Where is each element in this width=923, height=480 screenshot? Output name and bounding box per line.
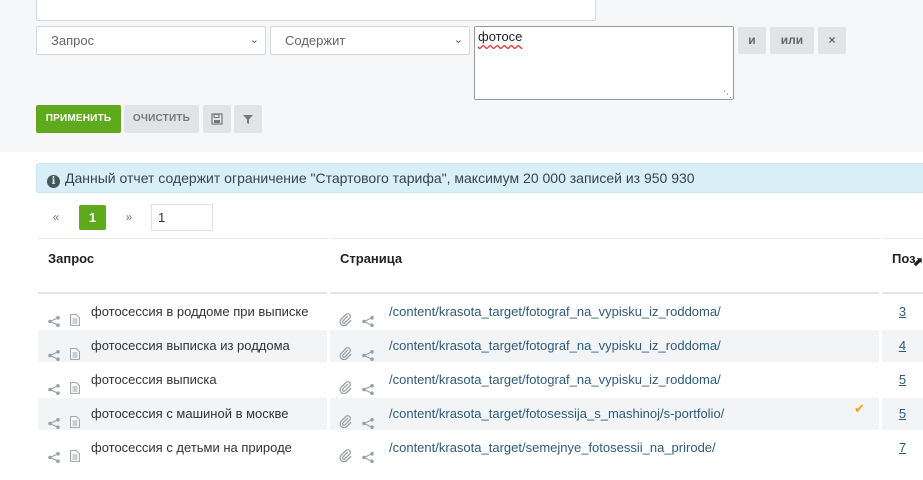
page-cell: /content/krasota_target/semejnye_fotoses… bbox=[330, 432, 879, 464]
page-url[interactable]: /content/krasota_target/semejnye_fotoses… bbox=[389, 432, 716, 464]
query-text: фотосессия выписка bbox=[91, 372, 217, 387]
operator-select-value: Содержит bbox=[285, 33, 346, 48]
page-number-input[interactable]: 1 bbox=[151, 204, 213, 231]
resize-handle-icon[interactable]: ⋱ bbox=[723, 90, 732, 99]
query-cell: фотосессия выписка bbox=[38, 364, 327, 396]
table-row: фотосессия выписка/content/krasota_targe… bbox=[38, 364, 923, 398]
page-cell: /content/krasota_target/fotograf_na_vypi… bbox=[330, 330, 879, 362]
page-cell: /content/krasota_target/fotosessija_s_ma… bbox=[330, 398, 879, 430]
filter-value-textarea[interactable]: фотосе ⋱ bbox=[474, 26, 734, 100]
saved-filters-button[interactable] bbox=[234, 105, 262, 133]
position-cell: 3 bbox=[882, 296, 923, 328]
pagination-current-page[interactable]: 1 bbox=[79, 205, 106, 230]
clear-button[interactable]: ОЧИСТИТЬ bbox=[124, 105, 199, 133]
filter-panel: Запрос ⌄ Содержит ⌄ фотосе ⋱ и или × ПРИ… bbox=[0, 0, 923, 152]
table-row: фотосессия с машиной в москве/content/kr… bbox=[38, 398, 923, 432]
info-icon: i bbox=[47, 175, 60, 188]
funnel-icon bbox=[243, 115, 253, 124]
query-text: фотосессия с детьми на природе bbox=[91, 440, 292, 455]
position-link[interactable]: 3 bbox=[899, 304, 906, 319]
field-select-value: Запрос bbox=[51, 33, 95, 48]
table-row: фотосессия в роддоме при выписке/content… bbox=[38, 296, 923, 330]
column-header-position[interactable]: Поз. ⬈ bbox=[882, 238, 923, 294]
query-cell: фотосессия с детьми на природе bbox=[38, 432, 327, 464]
and-button[interactable]: и bbox=[738, 27, 766, 54]
document-icon[interactable] bbox=[70, 442, 80, 474]
page-cell: /content/krasota_target/fotograf_na_vypi… bbox=[330, 296, 879, 328]
checkmark-icon: ✔ bbox=[854, 401, 865, 416]
column-header-page[interactable]: Страница bbox=[330, 238, 879, 294]
paperclip-icon[interactable] bbox=[339, 442, 352, 474]
position-link[interactable]: 5 bbox=[899, 372, 906, 387]
query-cell: фотосессия в роддоме при выписке bbox=[38, 296, 327, 328]
page-url[interactable]: /content/krasota_target/fotograf_na_vypi… bbox=[389, 364, 721, 396]
position-link[interactable]: 5 bbox=[899, 406, 906, 421]
table-row: фотосессия выписка из роддома/content/kr… bbox=[38, 330, 923, 364]
page-url[interactable]: /content/krasota_target/fotosessija_s_ma… bbox=[389, 398, 724, 430]
pagination-next[interactable]: » bbox=[117, 205, 141, 230]
position-cell: 7 bbox=[882, 432, 923, 464]
chevron-down-icon: ⌄ bbox=[453, 34, 463, 46]
query-text: фотосессия с машиной в москве bbox=[91, 406, 289, 421]
query-cell: фотосессия с машиной в москве bbox=[38, 398, 327, 430]
operator-select[interactable]: Содержит ⌄ bbox=[270, 26, 470, 55]
page-url[interactable]: /content/krasota_target/fotograf_na_vypi… bbox=[389, 330, 721, 362]
column-header-query[interactable]: Запрос bbox=[38, 238, 327, 294]
position-link[interactable]: 4 bbox=[899, 338, 906, 353]
previous-filter-input[interactable] bbox=[36, 0, 596, 21]
page-cell: /content/krasota_target/fotograf_na_vypi… bbox=[330, 364, 879, 396]
limit-alert: i Данный отчет содержит ограничение "Стар… bbox=[36, 163, 923, 193]
apply-button[interactable]: ПРИМЕНИТЬ bbox=[36, 105, 121, 133]
field-select[interactable]: Запрос ⌄ bbox=[36, 26, 266, 55]
share-icon[interactable] bbox=[362, 443, 374, 475]
floppy-disk-icon bbox=[211, 113, 223, 125]
query-cell: фотосессия выписка из роддома bbox=[38, 330, 327, 362]
page-url[interactable]: /content/krasota_target/fotograf_na_vypi… bbox=[389, 296, 721, 328]
position-cell: 4 bbox=[882, 330, 923, 362]
remove-condition-button[interactable]: × bbox=[818, 27, 846, 54]
position-link[interactable]: 7 bbox=[899, 440, 906, 455]
sort-arrow-icon: ⬈ bbox=[912, 254, 923, 269]
or-button[interactable]: или bbox=[770, 27, 814, 54]
filter-value-text: фотосе bbox=[478, 29, 523, 44]
chevron-down-icon: ⌄ bbox=[249, 34, 259, 46]
pagination-prev[interactable]: « bbox=[44, 205, 68, 230]
position-cell: 5 bbox=[882, 398, 923, 430]
save-filter-button[interactable] bbox=[203, 105, 231, 133]
table-row: фотосессия с детьми на природе/content/k… bbox=[38, 432, 923, 466]
query-text: фотосессия выписка из роддома bbox=[91, 338, 290, 353]
share-icon[interactable] bbox=[48, 443, 60, 475]
position-cell: 5 bbox=[882, 364, 923, 396]
query-text: фотосессия в роддоме при выписке bbox=[91, 304, 309, 319]
alert-text: Данный отчет содержит ограничение "Старт… bbox=[65, 170, 695, 186]
